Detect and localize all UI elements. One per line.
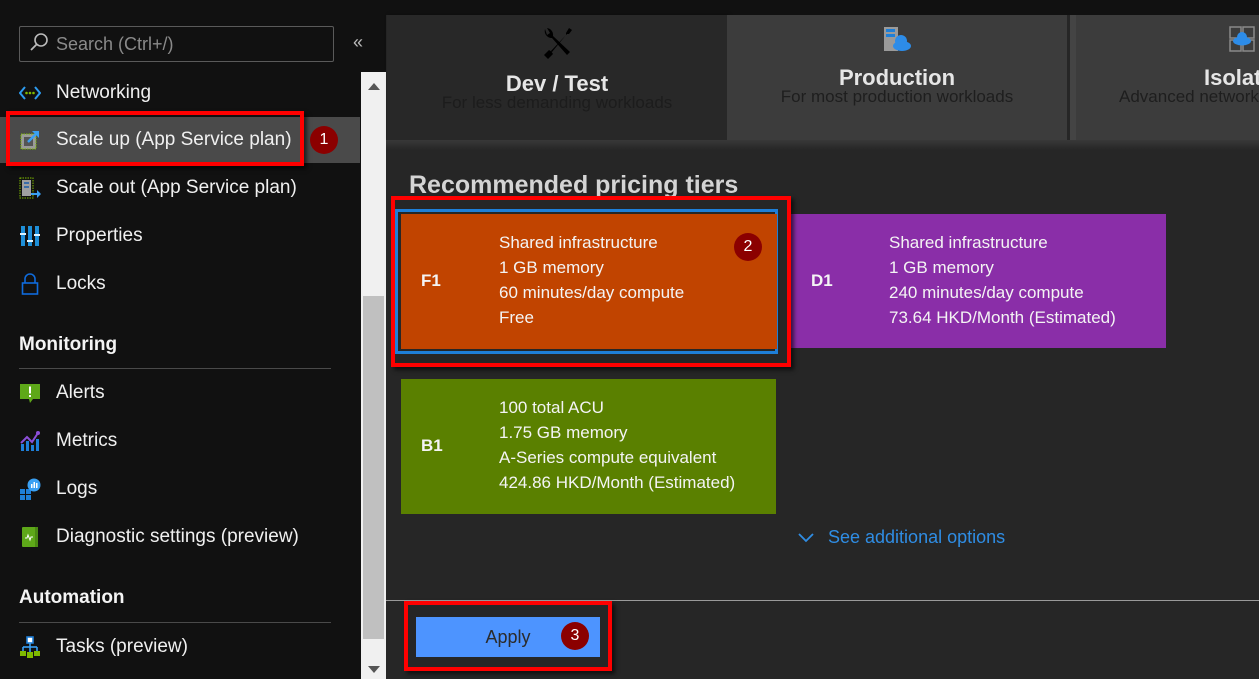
scrollbar-thumb[interactable] (363, 296, 384, 639)
tab-subtitle: Advanced networking and scale (1119, 87, 1259, 106)
tier-card-b1[interactable]: B1 100 total ACU 1.75 GB memory A-Series… (401, 379, 776, 514)
isolated-cloud-icon (1228, 25, 1256, 58)
step-badge-2: 2 (734, 233, 762, 261)
tier-features: 100 total ACU 1.75 GB memory A-Series co… (499, 395, 735, 495)
tier-price: Free (499, 308, 534, 327)
tier-code: F1 (421, 271, 441, 290)
tier-feature: 1 GB memory (499, 258, 604, 277)
scale-out-icon (19, 177, 41, 199)
sidebar-item-properties[interactable]: Properties (0, 213, 360, 259)
tier-code: D1 (811, 271, 833, 290)
tier-price: 424.86 HKD/Month (Estimated) (499, 473, 736, 492)
resource-menu-sidebar: « Networking Scale up (App Service plan)… (0, 0, 386, 679)
tier-feature: 240 minutes/day compute (889, 283, 1084, 302)
sidebar-item-label: Networking (56, 82, 152, 103)
tier-features: Shared infrastructure 1 GB memory 240 mi… (889, 230, 1116, 330)
scroll-down-arrow-icon[interactable] (361, 661, 386, 677)
tab-dev-test[interactable]: Dev / Test For less demanding workloads (387, 15, 727, 140)
collapse-menu-icon[interactable]: « (353, 32, 363, 53)
recommended-tiers-heading: Recommended pricing tiers (409, 171, 739, 199)
sidebar-item-tasks[interactable]: Tasks (preview) (0, 624, 360, 670)
properties-icon (19, 225, 41, 247)
section-divider (19, 622, 331, 623)
server-cloud-icon (727, 25, 1067, 53)
sidebar-item-label: Tasks (preview) (56, 636, 188, 657)
tab-subtitle: For most production workloads (780, 87, 1014, 106)
workload-tabs: Dev / Test For less demanding workloads … (386, 15, 1259, 140)
sidebar-item-label: Scale out (App Service plan) (56, 177, 297, 198)
tab-subtitle: For less demanding workloads (441, 93, 673, 112)
sidebar-item-scale-out[interactable]: Scale out (App Service plan) (0, 165, 360, 211)
networking-icon (19, 82, 41, 104)
sidebar-item-label: Scale up (App Service plan) (56, 129, 292, 150)
tier-feature: Shared infrastructure (499, 233, 658, 252)
footer-divider (386, 600, 1259, 601)
sidebar-item-logs[interactable]: Logs (0, 466, 360, 512)
tier-feature: A-Series compute equivalent (499, 448, 717, 467)
section-divider (19, 368, 331, 369)
see-more-label: See additional options (828, 527, 1006, 547)
search-icon (28, 31, 50, 58)
sidebar-item-metrics[interactable]: Metrics (0, 418, 360, 464)
tools-icon (387, 25, 727, 61)
sidebar-item-alerts[interactable]: Alerts (0, 370, 360, 416)
logs-icon (19, 478, 41, 500)
sidebar-item-label: Alerts (56, 382, 105, 403)
tier-feature: 1.75 GB memory (499, 423, 628, 442)
tier-feature: Shared infrastructure (889, 233, 1048, 252)
tab-isolated[interactable]: Isolated Advanced networking and scale (1070, 15, 1259, 140)
scale-up-icon (19, 129, 41, 151)
tab-production[interactable]: Production For most production workloads (727, 15, 1067, 140)
diagnostic-settings-icon (19, 526, 41, 548)
sidebar-item-scale-up[interactable]: Scale up (App Service plan) (0, 117, 360, 163)
lock-icon (19, 273, 41, 295)
sidebar-scrollbar[interactable] (361, 72, 386, 679)
metrics-icon (19, 430, 41, 452)
sidebar-item-label: Locks (56, 273, 106, 294)
search-box[interactable] (19, 26, 334, 62)
step-badge-3: 3 (561, 622, 589, 650)
alerts-icon (19, 382, 41, 404)
sidebar-item-label: Logs (56, 478, 98, 499)
sidebar-item-label: Metrics (56, 430, 118, 451)
azure-portal-scale-up: « Networking Scale up (App Service plan)… (0, 0, 1259, 679)
section-title-monitoring: Monitoring (19, 334, 118, 355)
tier-code: B1 (421, 436, 443, 455)
tier-price: 73.64 HKD/Month (Estimated) (889, 308, 1116, 327)
scroll-up-arrow-icon[interactable] (361, 78, 386, 94)
step-badge-1: 1 (310, 126, 338, 154)
tier-card-d1[interactable]: D1 Shared infrastructure 1 GB memory 240… (791, 214, 1166, 348)
tier-feature: 60 minutes/day compute (499, 283, 685, 302)
tasks-icon (19, 636, 41, 658)
see-additional-options-link[interactable]: See additional options (798, 527, 1005, 548)
section-title-automation: Automation (19, 587, 125, 608)
sidebar-item-label: Properties (56, 225, 143, 246)
tier-features: Shared infrastructure 1 GB memory 60 min… (499, 230, 684, 330)
sidebar-item-locks[interactable]: Locks (0, 261, 360, 307)
sidebar-item-diagnostic-settings[interactable]: Diagnostic settings (preview) (0, 514, 360, 560)
tier-card-f1[interactable]: F1 Shared infrastructure 1 GB memory 60 … (401, 214, 777, 349)
tabs-divider (386, 140, 1259, 150)
sidebar-item-label: Diagnostic settings (preview) (56, 526, 299, 547)
tier-feature: 100 total ACU (499, 398, 604, 417)
chevron-down-icon (798, 532, 814, 542)
pricing-tier-panel: Dev / Test For less demanding workloads … (386, 15, 1259, 679)
sidebar-item-networking[interactable]: Networking (0, 70, 360, 116)
tier-feature: 1 GB memory (889, 258, 994, 277)
search-input[interactable] (56, 33, 316, 55)
